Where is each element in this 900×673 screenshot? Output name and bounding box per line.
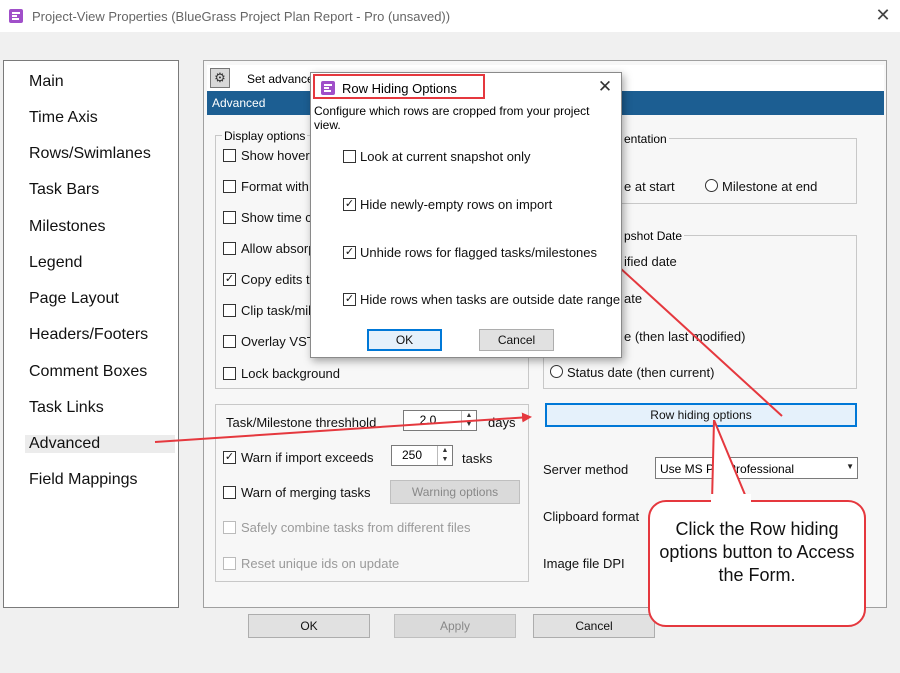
hide-empty-rows-label: Hide newly-empty rows on import (360, 197, 553, 212)
dialog-description: Configure which rows are cropped from yo… (314, 104, 590, 132)
hide-outside-range-checkbox[interactable]: ✓ (343, 293, 356, 306)
unhide-flagged-label: Unhide rows for flagged tasks/milestones (360, 245, 598, 260)
hide-empty-rows-checkbox[interactable]: ✓ (343, 198, 356, 211)
unhide-flagged-checkbox[interactable]: ✓ (343, 246, 356, 259)
callout-pointer-cover (711, 494, 751, 504)
dialog-ok-button[interactable]: OK (367, 329, 442, 351)
snapshot-only-label: Look at current snapshot only (360, 149, 531, 164)
dialog-close-icon[interactable]: ✕ (594, 76, 616, 98)
arrow-advanced-to-row-hiding (154, 412, 532, 443)
dialog-title-highlight (313, 74, 485, 99)
hide-outside-range-label: Hide rows when tasks are outside date ra… (360, 292, 621, 307)
callout-pointer (710, 420, 750, 503)
arrow-button-to-dialog (594, 244, 783, 417)
callout-text: Click the Row hiding options button to A… (659, 519, 855, 585)
dialog-cancel-button[interactable]: Cancel (479, 329, 554, 351)
snapshot-only-checkbox[interactable] (343, 150, 356, 163)
